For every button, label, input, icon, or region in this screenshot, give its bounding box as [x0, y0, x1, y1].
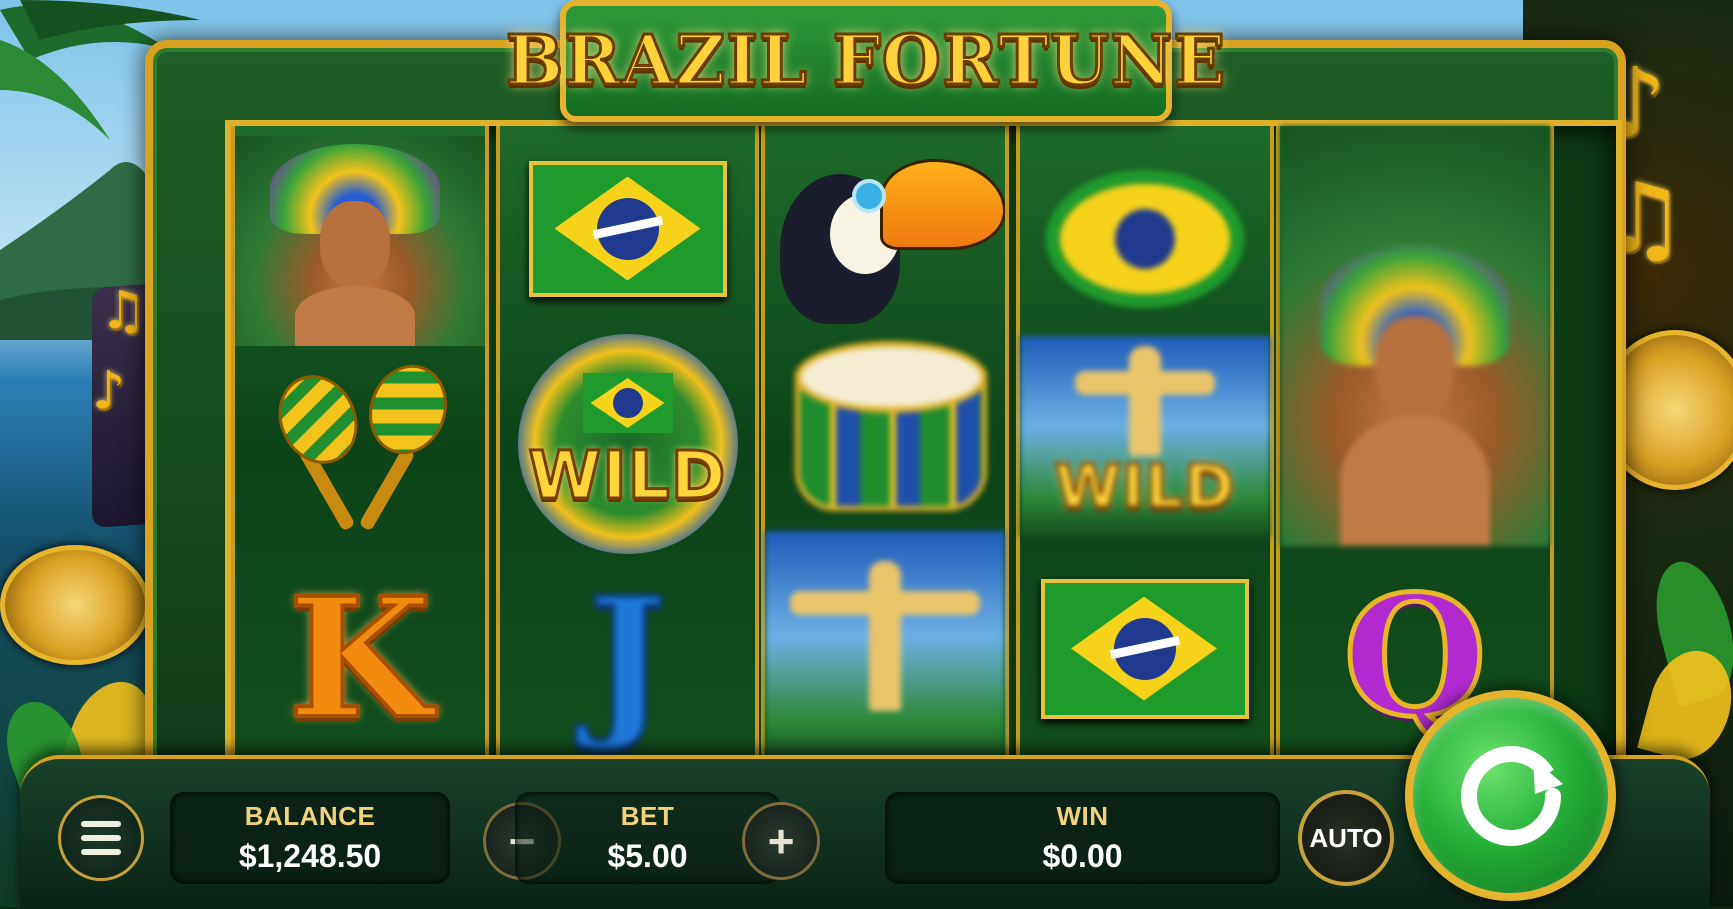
balance-panel: BALANCE $1,248.50 — [170, 792, 450, 884]
win-panel: WIN $0.00 — [885, 792, 1280, 884]
brazil-flag-symbol — [1041, 578, 1249, 719]
drum-symbol — [785, 341, 987, 521]
letter-k-symbol: K — [286, 561, 433, 755]
bet-value: $5.00 — [607, 838, 688, 874]
symbol-k: K — [235, 556, 485, 761]
music-note-icon: ♫ — [100, 281, 147, 341]
hamburger-menu-icon — [81, 821, 121, 827]
brazil-flag-symbol — [1060, 183, 1230, 294]
music-note-icon: ♪ — [92, 361, 126, 421]
win-value: $0.00 — [1042, 838, 1123, 874]
brazil-flag-symbol — [528, 160, 727, 297]
symbol-maracas — [235, 351, 485, 556]
reel-4: WILD — [1016, 126, 1274, 766]
symbol-dancer — [235, 136, 485, 346]
christ-wild-symbol: WILD — [1020, 336, 1270, 536]
wild-label: WILD — [1053, 451, 1236, 524]
plus-icon: + — [767, 815, 795, 867]
balance-value: $1,248.50 — [238, 838, 382, 874]
letter-j-symbol: J — [586, 561, 668, 755]
samba-dancer-symbol — [1280, 126, 1550, 546]
reel-5: Q — [1276, 126, 1554, 766]
auto-spin-button[interactable]: AUTO — [1298, 790, 1394, 886]
win-label: WIN — [1056, 801, 1109, 831]
christ-redeemer-symbol — [765, 531, 1005, 766]
maracas-symbol — [260, 353, 460, 549]
symbol-flag-orb — [1020, 136, 1270, 341]
auto-label: AUTO — [1309, 822, 1383, 853]
symbol-wild: WILD — [500, 331, 755, 556]
toucan-symbol — [770, 134, 1005, 324]
symbol-dancer-blur — [1280, 126, 1550, 546]
reel-2: WILD J — [496, 126, 759, 766]
bet-label: BET — [620, 801, 675, 831]
bet-increase-button[interactable]: + — [742, 802, 820, 880]
balance-label: BALANCE — [244, 801, 376, 831]
symbol-j: J — [500, 556, 755, 761]
symbol-christ-wild: WILD — [1020, 336, 1270, 536]
symbol-drum — [765, 331, 1005, 531]
game-logo: BRAZIL FORTUNE — [366, 0, 1366, 122]
symbol-christ — [765, 531, 1005, 766]
reel-area: K WILD J WILD Q — [225, 120, 1622, 772]
game-title: BRAZIL FORTUNE — [504, 20, 1227, 103]
flag-icon — [582, 373, 673, 433]
reel-3 — [761, 126, 1009, 766]
reel-1: K — [231, 126, 489, 766]
symbol-flag — [1020, 546, 1270, 751]
left-drum-decor — [0, 545, 150, 665]
wild-badge-symbol: WILD — [517, 333, 738, 554]
spin-refresh-icon — [1460, 745, 1563, 846]
symbol-flag — [500, 126, 755, 331]
bet-panel: BET $5.00 — [515, 792, 780, 884]
spin-button[interactable] — [1405, 690, 1616, 901]
menu-button[interactable] — [58, 795, 144, 881]
symbol-toucan — [765, 126, 1005, 331]
samba-dancer-symbol — [235, 136, 485, 346]
wild-label: WILD — [527, 436, 727, 516]
